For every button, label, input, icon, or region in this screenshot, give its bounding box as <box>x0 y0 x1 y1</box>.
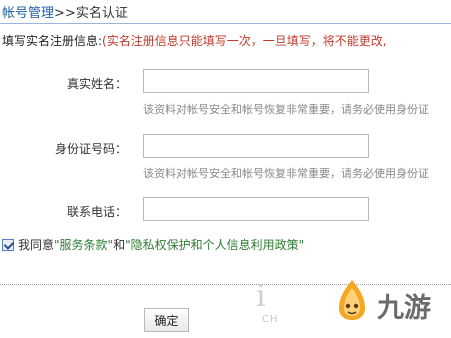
breadcrumb-account-management-link[interactable]: 帐号管理 <box>2 6 54 21</box>
real-name-input[interactable] <box>143 69 369 93</box>
id-number-input[interactable] <box>143 134 369 158</box>
watermark-letter: i <box>256 279 266 314</box>
agreement-checkbox[interactable] <box>2 238 14 251</box>
real-name-label: 真实姓名： <box>66 77 127 91</box>
privacy-policy-link[interactable]: "隐私权保护和个人信息利用政策" <box>125 236 304 253</box>
watermark-brand: 九游 <box>377 293 431 324</box>
dotted-divider <box>0 284 451 285</box>
agreement-prefix: 我同意 <box>18 238 55 252</box>
agreement-conjunction: 和 <box>113 238 126 252</box>
id-number-label: 身份证号码： <box>54 142 127 156</box>
header-divider <box>0 23 451 24</box>
jiuyou-mascot-logo-icon <box>339 280 365 320</box>
id-number-hint: 该资料对帐号安全和帐号恢复非常重要，请务必使用身份证 <box>143 167 429 180</box>
breadcrumb-separator: >> <box>54 6 76 21</box>
confirm-button[interactable]: 确定 <box>144 308 189 332</box>
breadcrumb: 帐号管理>>实名认证 <box>0 0 451 24</box>
breadcrumb-current-page: 实名认证 <box>75 6 128 21</box>
agreement-row: 我同意 "服务条款" 和 "隐私权保护和个人信息利用政策" <box>2 236 304 253</box>
intro-text: 填写实名注册信息:(实名注册信息只能填写一次，一旦填写，将不能更改, <box>2 32 387 49</box>
intro-lead: 填写实名注册信息: <box>2 34 103 48</box>
real-name-hint: 该资料对帐号安全和帐号恢复非常重要，请务必使用身份证 <box>143 103 429 116</box>
intro-warning: (实名注册信息只能填写一次，一旦填写，将不能更改, <box>102 34 387 48</box>
watermark-sub-text: CH <box>262 314 279 325</box>
terms-of-service-link[interactable]: "服务条款" <box>54 236 113 253</box>
phone-input[interactable] <box>143 197 369 221</box>
phone-label: 联系电话： <box>66 205 127 219</box>
